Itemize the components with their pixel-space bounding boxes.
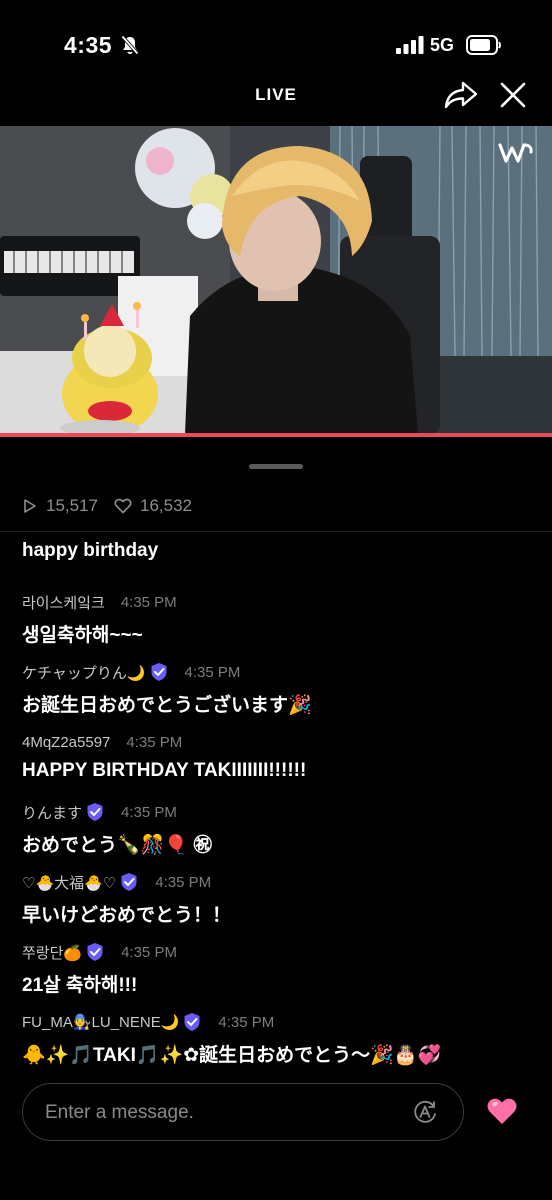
status-bar: 4:35 5G <box>0 0 552 84</box>
divider <box>0 531 552 532</box>
chat-username[interactable]: りんます <box>22 802 82 823</box>
chat-message-meta: ♡🐣大福🐣♡ 4:35 PM <box>22 870 211 894</box>
heart-outline-icon <box>114 498 132 514</box>
chat-timestamp: 4:35 PM <box>120 593 177 611</box>
like-count: 16,532 <box>114 496 192 516</box>
video-frame <box>0 126 552 434</box>
chat-message: happy birthday <box>22 538 542 580</box>
chat-message: FU_MA🧑‍🔧LU_NENE🌙 4:35 PM 🐥✨🎵TAKI🎵✨✿誕生日おめ… <box>22 1000 542 1070</box>
chat-message-text: 생일축하해~~~ <box>22 625 143 646</box>
chat-username[interactable]: 라이스케잌크 <box>22 592 105 613</box>
chat-username[interactable]: ケチャップりん🌙 <box>22 662 146 683</box>
signal-icon <box>396 36 424 54</box>
chat-message-text: お誕生日おめでとうございます🎉 <box>22 695 312 716</box>
chat-message-meta: りんます 4:35 PM <box>22 800 177 824</box>
battery-icon <box>466 35 501 55</box>
chat-message-text: 21살 축하해!!! <box>22 975 138 996</box>
chat-message-meta: ケチャップりん🌙 4:35 PM <box>22 660 240 684</box>
chat-timestamp: 4:35 PM <box>184 663 241 681</box>
chat-message: ケチャップりん🌙 4:35 PM お誕生日おめでとうございます🎉 <box>22 650 542 720</box>
chat-message-text: 早いけどおめでとう！！ <box>22 905 232 926</box>
chat-message-meta: 쭈랑단🍊 4:35 PM <box>22 940 177 964</box>
chat-message: 4MqZ2a5597 4:35 PM HAPPY BIRTHDAY TAKIII… <box>22 720 542 790</box>
chat-timestamp: 4:35 PM <box>121 803 177 821</box>
chat-timestamp: 4:35 PM <box>126 733 183 751</box>
message-input[interactable] <box>45 1098 385 1128</box>
like-count-value: 16,532 <box>140 496 192 515</box>
message-input-bar <box>22 1083 464 1141</box>
chat-message-text: 🐥✨🎵TAKI🎵✨✿誕生日おめでとう～🎉🎂💞 <box>22 1045 442 1066</box>
chat-timestamp: 4:35 PM <box>155 873 212 891</box>
close-icon[interactable] <box>498 80 528 110</box>
live-stats: 15,517 16,532 <box>22 494 208 518</box>
top-bar: LIVE <box>0 74 552 118</box>
chat-timestamp: 4:35 PM <box>121 943 177 961</box>
verified-icon <box>151 663 167 681</box>
weverse-logo <box>498 143 533 163</box>
verified-icon <box>87 943 103 961</box>
chat-message-meta: 4MqZ2a5597 4:35 PM <box>22 730 182 754</box>
chat-username[interactable]: ♡🐣大福🐣♡ <box>22 872 116 893</box>
chat-message-text: HAPPY BIRTHDAY TAKIIIIIII!!!!!! <box>22 760 307 781</box>
play-icon <box>24 499 36 513</box>
verified-icon <box>87 803 103 821</box>
chat-username[interactable]: FU_MA🧑‍🔧LU_NENE🌙 <box>22 1013 179 1031</box>
chat-message-meta: FU_MA🧑‍🔧LU_NENE🌙 4:35 PM <box>22 1010 274 1034</box>
chat-message: 쭈랑단🍊 4:35 PM 21살 축하해!!! <box>22 930 542 1000</box>
share-icon[interactable] <box>444 80 478 110</box>
translate-icon[interactable] <box>411 1098 439 1126</box>
video-progress-bar <box>0 433 552 437</box>
chat-message: ♡🐣大福🐣♡ 4:35 PM 早いけどおめでとう！！ <box>22 860 542 930</box>
drag-handle[interactable] <box>249 464 303 469</box>
chat-message: りんます 4:35 PM おめでとう🍾🎊🎈 ㊗ <box>22 790 542 860</box>
chat-message-text: happy birthday <box>22 540 159 561</box>
status-time: 4:35 <box>64 32 113 58</box>
verified-icon <box>184 1013 200 1031</box>
chat-message-text: おめでとう🍾🎊🎈 ㊗ <box>22 835 213 856</box>
chat-message: 라이스케잌크 4:35 PM 생일축하해~~~ <box>22 580 542 650</box>
verified-icon <box>121 873 137 891</box>
mute-icon <box>121 35 139 55</box>
chat-message-meta: 라이스케잌크 4:35 PM <box>22 590 177 614</box>
view-count: 15,517 <box>22 496 98 516</box>
heart-icon[interactable] <box>486 1096 518 1126</box>
view-count-value: 15,517 <box>46 496 98 515</box>
chat-username[interactable]: 쭈랑단🍊 <box>22 942 82 963</box>
chat-username[interactable]: 4MqZ2a5597 <box>22 734 110 751</box>
chat-list[interactable]: happy birthday 라이스케잌크 4:35 PM 생일축하해~~~ ケ… <box>22 538 542 1070</box>
live-video[interactable] <box>0 126 552 434</box>
network-type: 5G <box>430 35 455 55</box>
chat-timestamp: 4:35 PM <box>218 1013 275 1031</box>
